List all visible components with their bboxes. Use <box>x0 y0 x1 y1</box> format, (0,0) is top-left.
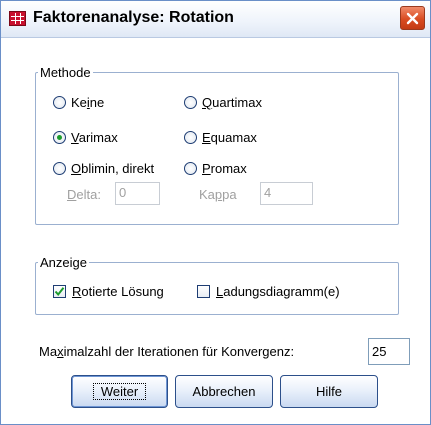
radio-promax-label: Promax <box>202 161 247 176</box>
rotation-dialog: Faktorenanalyse: Rotation Methode Keine … <box>0 0 431 425</box>
checkbox-rotated-control[interactable] <box>53 285 66 298</box>
help-button[interactable]: Hilfe <box>280 375 378 408</box>
spss-app-icon <box>9 11 26 26</box>
radio-varimax-control[interactable] <box>53 131 66 144</box>
radio-quartimax-label: Quartimax <box>202 95 262 110</box>
kappa-label: Ka p pa <box>199 187 237 202</box>
continue-button-label: Weiter <box>92 383 147 400</box>
radio-oblimin-control[interactable] <box>53 162 66 175</box>
close-icon <box>406 12 419 24</box>
anzeige-legend: Anzeige <box>40 255 87 270</box>
title-bar[interactable]: Faktorenanalyse: Rotation <box>1 1 430 38</box>
radio-quartimax[interactable]: Quartimax <box>184 95 262 110</box>
iterations-input[interactable]: 25 <box>368 338 410 365</box>
window-title: Faktorenanalyse: Rotation <box>33 9 234 26</box>
radio-keine-label: Keine <box>71 95 105 110</box>
delta-label: Delta: <box>67 187 101 202</box>
checkbox-loading-plot[interactable]: Ladungsdiagramm(e) <box>197 284 340 299</box>
checkbox-rotated-label: Rotierte Lösung <box>72 284 164 299</box>
radio-varimax-label: Varimax <box>71 130 118 145</box>
radio-equamax-label: Equamax <box>202 130 257 145</box>
checkbox-loading-control[interactable] <box>197 285 210 298</box>
cancel-button[interactable]: Abbrechen <box>175 375 273 408</box>
checkbox-loading-label: Ladungsdiagramm(e) <box>216 284 340 299</box>
radio-quartimax-control[interactable] <box>184 96 197 109</box>
close-button[interactable] <box>400 6 425 30</box>
radio-oblimin-label: Oblimin, direkt <box>71 161 155 176</box>
kappa-input[interactable]: 4 <box>260 182 313 205</box>
radio-equamax-control[interactable] <box>184 131 197 144</box>
radio-equamax[interactable]: Equamax <box>184 130 257 145</box>
radio-keine[interactable]: Keine <box>53 95 104 110</box>
iterations-label: Ma x imalzahl der Iterationen für Konverge… <box>39 344 295 359</box>
radio-oblimin[interactable]: Oblimin, direkt <box>53 161 154 176</box>
continue-button[interactable]: Weiter <box>71 375 168 408</box>
radio-promax-control[interactable] <box>184 162 197 175</box>
delta-input[interactable]: 0 <box>115 182 160 205</box>
checkmark-icon <box>54 287 65 297</box>
radio-promax[interactable]: Promax <box>184 161 247 176</box>
checkbox-rotated-solution[interactable]: Rotierte Lösung <box>53 284 164 299</box>
methode-legend: Methode <box>40 65 91 80</box>
radio-keine-control[interactable] <box>53 96 66 109</box>
radio-varimax[interactable]: Varimax <box>53 130 118 145</box>
